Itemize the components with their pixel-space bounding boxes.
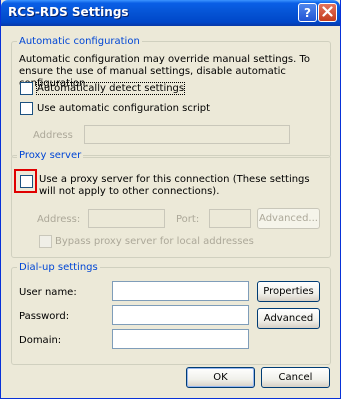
- dialog-window: RCS-RDS Settings ? Automatic configurati…: [0, 0, 341, 399]
- dial-up-advanced-button[interactable]: Advanced: [257, 308, 320, 329]
- password-input[interactable]: [112, 305, 249, 325]
- domain-input[interactable]: [112, 329, 249, 349]
- automatic-configuration-script-checkbox[interactable]: [20, 102, 33, 115]
- automatic-configuration-script-label: Use automatic configuration script: [37, 103, 210, 114]
- automatic-configuration-legend: Automatic configuration: [17, 35, 142, 48]
- proxy-address-input[interactable]: [88, 209, 165, 228]
- automatically-detect-checkbox[interactable]: [20, 82, 33, 95]
- close-button[interactable]: [318, 3, 337, 22]
- proxy-server-group: Proxy server Use a proxy server for this…: [11, 149, 331, 258]
- proxy-advanced-button[interactable]: Advanced...: [257, 208, 320, 229]
- bypass-local-label: Bypass proxy server for local addresses: [55, 236, 254, 247]
- automatically-detect-label: Automatically detect settings: [35, 82, 186, 95]
- properties-button[interactable]: Properties: [257, 281, 320, 302]
- dialog-client-area: Automatic configuration Automatic config…: [5, 30, 336, 394]
- bypass-local-checkbox[interactable]: [39, 235, 52, 248]
- dial-up-settings-legend: Dial-up settings: [17, 261, 100, 274]
- window-title: RCS-RDS Settings: [8, 5, 129, 19]
- help-button[interactable]: ?: [298, 3, 317, 22]
- domain-label: Domain:: [19, 335, 62, 346]
- close-icon: [322, 5, 333, 20]
- automatic-configuration-group: Automatic configuration Automatic config…: [11, 35, 331, 158]
- dial-up-settings-group: Dial-up settings User name: Properties P…: [11, 261, 331, 365]
- proxy-server-legend: Proxy server: [17, 149, 84, 162]
- cancel-button[interactable]: Cancel: [261, 367, 330, 388]
- proxy-port-input[interactable]: [209, 209, 251, 228]
- ok-button[interactable]: OK: [186, 367, 255, 388]
- use-proxy-label: Use a proxy server for this connection (…: [39, 174, 310, 197]
- script-address-label: Address: [33, 130, 73, 141]
- title-bar[interactable]: RCS-RDS Settings ?: [1, 0, 340, 26]
- script-address-input[interactable]: [84, 125, 290, 144]
- proxy-port-label: Port:: [176, 214, 200, 225]
- password-label: Password:: [19, 311, 70, 322]
- user-name-input[interactable]: [112, 281, 249, 301]
- help-icon: ?: [304, 5, 311, 20]
- user-name-label: User name:: [19, 287, 77, 298]
- red-highlight-box: [14, 169, 37, 193]
- proxy-address-label: Address:: [37, 214, 81, 225]
